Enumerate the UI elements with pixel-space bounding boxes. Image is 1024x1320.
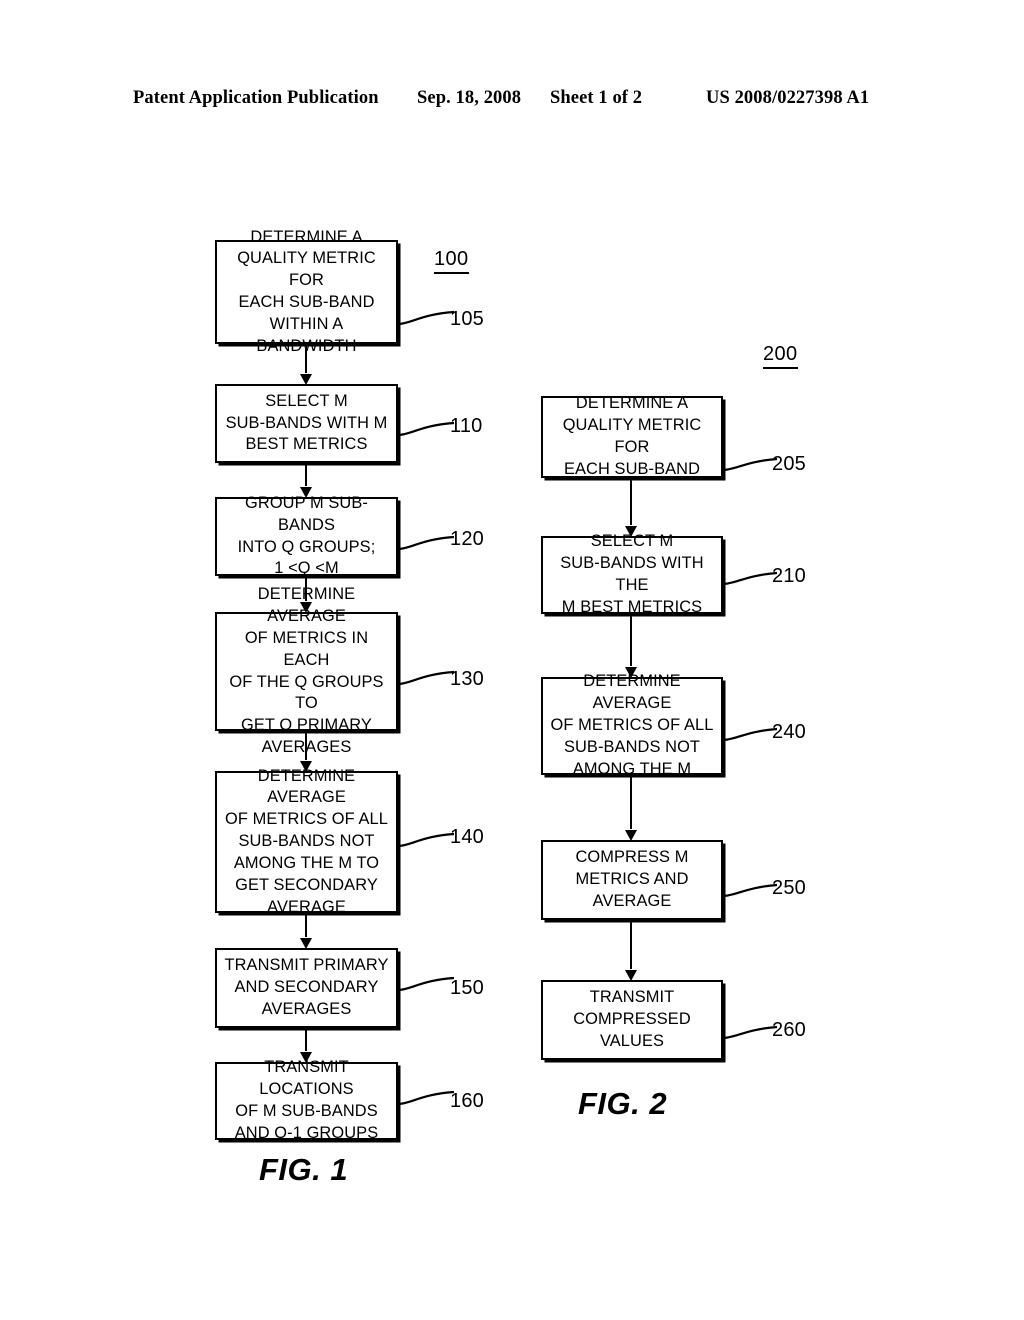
reference-numeral-210: 210 (772, 565, 806, 587)
leader-line-105 (397, 310, 455, 326)
leader-line-120 (397, 535, 455, 551)
flowchart-box-150-text: TRANSMIT PRIMARY AND SECONDARY AVERAGES (224, 956, 389, 1018)
flowchart-box-205-text: DETERMINE A QUALITY METRIC FOR EACH SUB-… (562, 394, 702, 478)
figure-2-reference-numeral: 200 (763, 343, 798, 369)
reference-numeral-105: 105 (450, 308, 484, 330)
flowchart-box-205[interactable]: DETERMINE A QUALITY METRIC FOR EACH SUB-… (541, 394, 723, 478)
reference-numeral-110: 110 (450, 415, 483, 437)
leader-line-110 (397, 421, 455, 437)
reference-numeral-240: 240 (772, 721, 806, 743)
leader-line-140 (397, 832, 455, 848)
reference-numeral-130: 130 (450, 668, 484, 690)
reference-numeral-160: 160 (450, 1090, 484, 1112)
flowchart-box-250[interactable]: COMPRESS M METRICS AND AVERAGE (541, 840, 723, 920)
reference-numeral-250: 250 (772, 877, 806, 899)
flowchart-box-240[interactable]: DETERMINE AVERAGE OF METRICS OF ALL SUB-… (541, 672, 723, 778)
leader-line-160 (397, 1090, 455, 1106)
flowchart-box-120[interactable]: GROUP M SUB-BANDS INTO Q GROUPS; 1 <Q <M (215, 494, 398, 577)
flowchart-box-110[interactable]: SELECT M SUB-BANDS WITH M BEST METRICS (215, 384, 398, 463)
leader-line-260 (722, 1025, 778, 1040)
flowchart-box-240-text: DETERMINE AVERAGE OF METRICS OF ALL SUB-… (550, 672, 714, 778)
reference-numeral-260: 260 (772, 1019, 806, 1041)
figure-1-caption: FIG. 1 (259, 1152, 349, 1187)
leader-line-130 (397, 670, 455, 686)
header-patent-number: US 2008/0227398 A1 (706, 88, 870, 108)
flowchart-box-210[interactable]: SELECT M SUB-BANDS WITH THE M BEST METRI… (541, 532, 723, 616)
flowchart-box-110-text: SELECT M SUB-BANDS WITH M BEST METRICS (225, 391, 388, 454)
leader-line-240 (722, 727, 778, 742)
reference-numeral-140: 140 (450, 826, 484, 848)
header-date-label: Sep. 18, 2008 (417, 88, 522, 108)
flowchart-box-260[interactable]: TRANSMIT COMPRESSED VALUES (541, 980, 723, 1060)
reference-numeral-120: 120 (450, 528, 484, 550)
figure-1-reference-numeral: 100 (434, 248, 469, 274)
leader-line-150 (397, 976, 455, 992)
leader-line-250 (722, 883, 778, 898)
flowchart-box-260-text: TRANSMIT COMPRESSED VALUES (573, 988, 691, 1050)
reference-numeral-205: 205 (772, 453, 806, 475)
flowchart-box-130[interactable]: DETERMINE AVERAGE OF METRICS IN EACH OF … (215, 585, 398, 756)
flowchart-box-160-text: TRANSMIT LOCATIONS OF M SUB-BANDS AND Q-… (234, 1058, 379, 1142)
flowchart-box-250-text: COMPRESS M METRICS AND AVERAGE (575, 848, 689, 910)
flowchart-box-210-text: SELECT M SUB-BANDS WITH THE M BEST METRI… (560, 532, 704, 616)
flowchart-box-140-text: DETERMINE AVERAGE OF METRICS OF ALL SUB-… (225, 766, 388, 916)
flowchart-box-150[interactable]: TRANSMIT PRIMARY AND SECONDARY AVERAGES (215, 948, 398, 1028)
header-sheet-label: Sheet 1 of 2 (550, 88, 643, 108)
page-header: Patent Application Publication Sep. 18, … (0, 88, 1024, 114)
flowchart-box-140[interactable]: DETERMINE AVERAGE OF METRICS OF ALL SUB-… (215, 767, 398, 916)
figure-2-caption: FIG. 2 (578, 1086, 668, 1121)
leader-line-205 (722, 457, 778, 472)
flowchart-box-105[interactable]: DETERMINE A QUALITY METRIC FOR EACH SUB-… (215, 228, 398, 355)
flowchart-box-120-text: GROUP M SUB-BANDS INTO Q GROUPS; 1 <Q <M (237, 493, 376, 578)
reference-numeral-150: 150 (450, 977, 484, 999)
flowchart-box-160[interactable]: TRANSMIT LOCATIONS OF M SUB-BANDS AND Q-… (215, 1058, 398, 1142)
flowchart-box-105-text: DETERMINE A QUALITY METRIC FOR EACH SUB-… (237, 227, 376, 355)
leader-line-210 (722, 571, 778, 586)
header-publication-label: Patent Application Publication (133, 88, 379, 108)
